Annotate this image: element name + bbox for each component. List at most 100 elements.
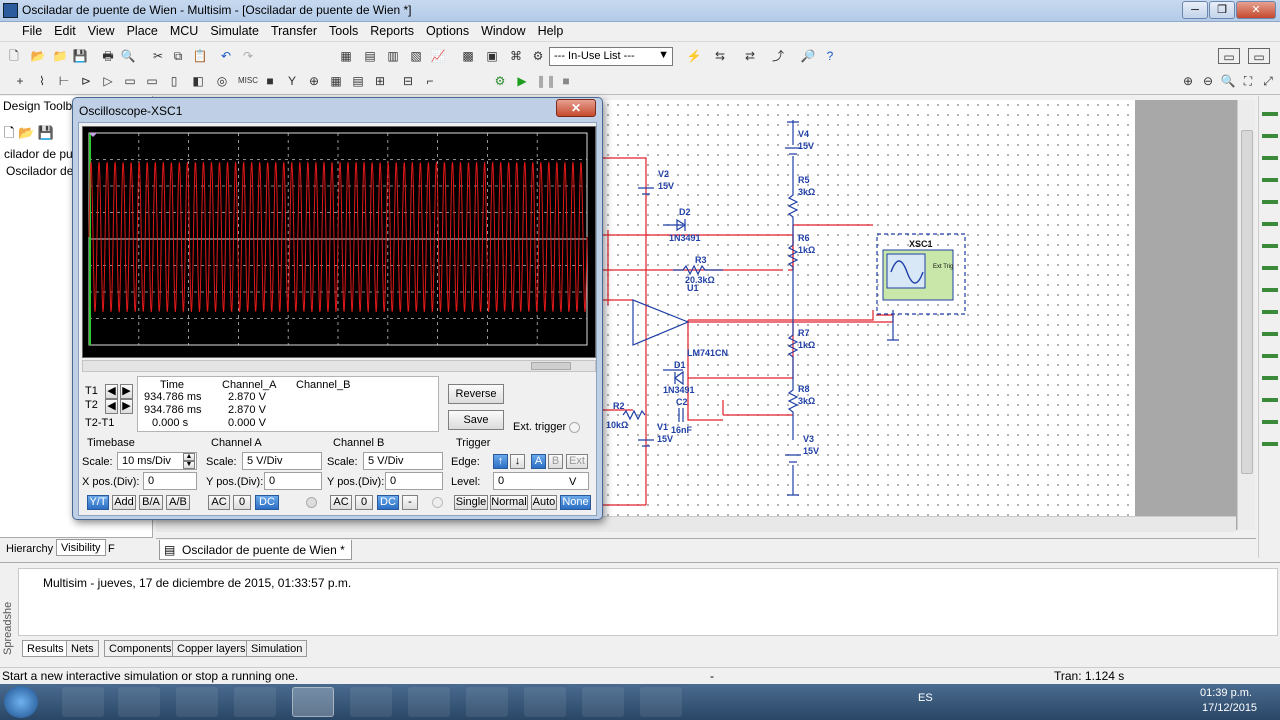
minimize-button[interactable]: ─ — [1182, 1, 1208, 19]
reverse-button[interactable]: Reverse — [448, 384, 504, 404]
place-diode-icon[interactable]: ⊢ — [56, 73, 72, 89]
menu-file[interactable]: File — [0, 22, 48, 38]
new-file-icon[interactable]: 🗋 — [6, 48, 22, 64]
tab-simulation[interactable]: Simulation — [246, 640, 308, 657]
ab-mode-button[interactable]: A/B — [166, 495, 190, 510]
ie-taskbar-icon[interactable] — [62, 687, 104, 717]
place-bus-icon[interactable]: ⊞ — [372, 73, 388, 89]
channel-a-ypos-field[interactable]: 0 — [264, 472, 322, 490]
skype-taskbar-icon[interactable] — [524, 687, 566, 717]
paste-icon[interactable]: 📋 — [192, 48, 208, 64]
place-electromech-icon[interactable]: ⊕ — [306, 73, 322, 89]
channel-a-scale-field[interactable]: 5 V/Div — [242, 452, 322, 470]
full-screen-icon[interactable]: ▭ — [1218, 48, 1240, 64]
t2-left-button[interactable]: ◀ — [105, 399, 118, 414]
place-source-icon[interactable]: + — [12, 73, 28, 89]
menu-help[interactable]: Help — [532, 22, 570, 38]
menu-reports[interactable]: Reports — [364, 22, 420, 38]
atom-taskbar-icon[interactable] — [350, 687, 392, 717]
print-icon[interactable]: 🖶 — [100, 48, 116, 64]
toolbox-icons[interactable]: 🗋 📂 💾 — [4, 124, 54, 146]
close-button[interactable]: ✕ — [1236, 1, 1276, 19]
channel-a-dc-button[interactable]: DC — [255, 495, 279, 510]
grid-icon[interactable]: ▦ — [338, 48, 354, 64]
menu-options[interactable]: Options — [420, 22, 475, 38]
explorer-taskbar-icon[interactable] — [118, 687, 160, 717]
help-icon[interactable]: ? — [822, 48, 838, 64]
spreadsheet-icon[interactable]: ▤ — [362, 48, 378, 64]
clock-time[interactable]: 01:39 p.m. — [1200, 687, 1252, 699]
place-misc-icon[interactable]: MISC — [238, 73, 258, 89]
single-trigger-button[interactable]: Single — [454, 495, 488, 510]
channel-b-ac-button[interactable]: AC — [330, 495, 352, 510]
vertical-scrollbar[interactable] — [1237, 100, 1255, 530]
scope-display[interactable] — [82, 126, 596, 358]
channel-b-scale-field[interactable]: 5 V/Div — [363, 452, 443, 470]
scope-hscroll[interactable] — [82, 360, 596, 372]
rising-edge-icon[interactable]: ↑ — [493, 454, 508, 469]
erc-icon[interactable]: ⚡ — [686, 48, 702, 64]
tab-visibility[interactable]: Visibility — [56, 539, 106, 556]
breadboard-icon[interactable]: ▣ — [484, 48, 500, 64]
word-taskbar-icon[interactable] — [408, 687, 450, 717]
ext-trigger-terminal[interactable] — [569, 422, 580, 433]
zoom-out-icon[interactable]: ⊖ — [1200, 73, 1216, 89]
undo-icon[interactable]: ↶ — [218, 48, 234, 64]
stop-simulation-icon[interactable]: ■ — [558, 73, 574, 89]
place-mcu-icon[interactable]: ▦ — [328, 73, 344, 89]
component-wizard-icon[interactable]: ⌘ — [508, 48, 524, 64]
channel-a-terminal[interactable] — [306, 497, 317, 508]
back-annotate-icon[interactable]: ⇆ — [712, 48, 728, 64]
simulate-settings-icon[interactable]: ⚙ — [492, 73, 508, 89]
trigger-b-button[interactable]: B — [548, 454, 563, 469]
copy-icon[interactable]: ⧉ — [170, 48, 186, 64]
tab-nets[interactable]: Nets — [66, 640, 99, 657]
toolbox-item-project[interactable]: cilador de pue — [4, 147, 79, 161]
trigger-ext-button[interactable]: Ext — [566, 454, 588, 469]
pause-simulation-icon[interactable]: ❚❚ — [536, 73, 556, 89]
zoom-in-icon[interactable]: ⊕ — [1180, 73, 1196, 89]
tab-document[interactable]: ▤ Oscilador de puente de Wien * — [159, 540, 352, 560]
place-cmos-icon[interactable]: ▭ — [144, 73, 160, 89]
menu-edit[interactable]: Edit — [48, 22, 82, 38]
auto-trigger-button[interactable]: Auto — [531, 495, 557, 510]
design-toolbox-icon[interactable]: ▥ — [385, 48, 401, 64]
save-button[interactable]: Save — [448, 410, 504, 430]
channel-b-minus-button[interactable]: - — [402, 495, 418, 510]
place-mixed-icon[interactable]: ◧ — [190, 73, 206, 89]
toolbox-item-design[interactable]: Oscilador de — [6, 164, 73, 178]
in-use-list-combo[interactable]: --- In-Use List --- ▼ — [549, 47, 673, 66]
export-icon[interactable]: ⤴ — [770, 48, 786, 64]
database-manager-icon[interactable]: ⚙ — [530, 48, 546, 64]
zoom-fit-icon[interactable]: ⛶ — [1240, 73, 1256, 89]
start-button[interactable] — [4, 686, 38, 718]
place-analog-icon[interactable]: ▷ — [100, 73, 116, 89]
calculator-taskbar-icon[interactable] — [582, 687, 624, 717]
yt-mode-button[interactable]: Y/T — [87, 495, 109, 510]
trigger-a-button[interactable]: A — [531, 454, 546, 469]
ba-mode-button[interactable]: B/A — [139, 495, 163, 510]
forward-annotate-icon[interactable]: ⇄ — [742, 48, 758, 64]
add-mode-button[interactable]: Add — [112, 495, 136, 510]
open-folder-icon[interactable]: 📂 — [30, 48, 46, 64]
timebase-up-icon[interactable]: ▲ — [183, 453, 195, 461]
instrument-icons[interactable] — [1262, 104, 1278, 464]
channel-b-ypos-field[interactable]: 0 — [385, 472, 443, 490]
channel-b-dc-button[interactable]: DC — [377, 495, 399, 510]
menu-transfer[interactable]: Transfer — [265, 22, 323, 38]
oscilloscope-close-button[interactable]: ✕ — [556, 99, 596, 117]
grapher-icon[interactable]: 📈 — [430, 48, 446, 64]
vertical-scroll-thumb[interactable] — [1241, 130, 1253, 474]
save-icon[interactable]: 💾 — [72, 48, 88, 64]
place-indicator-icon[interactable]: ◎ — [214, 73, 230, 89]
app-taskbar-icon[interactable] — [640, 687, 682, 717]
none-trigger-button[interactable]: None — [560, 495, 591, 510]
language-indicator[interactable]: ES — [918, 692, 933, 704]
menu-mcu[interactable]: MCU — [164, 22, 204, 38]
place-hb-icon[interactable]: ▤ — [350, 73, 366, 89]
channel-b-zero-button[interactable]: 0 — [355, 495, 373, 510]
t1-right-button[interactable]: ▶ — [120, 384, 133, 399]
run-simulation-icon[interactable]: ▶ — [514, 73, 530, 89]
tab-hierarchy[interactable]: Hierarchy — [2, 541, 57, 558]
falling-edge-icon[interactable]: ↓ — [510, 454, 525, 469]
